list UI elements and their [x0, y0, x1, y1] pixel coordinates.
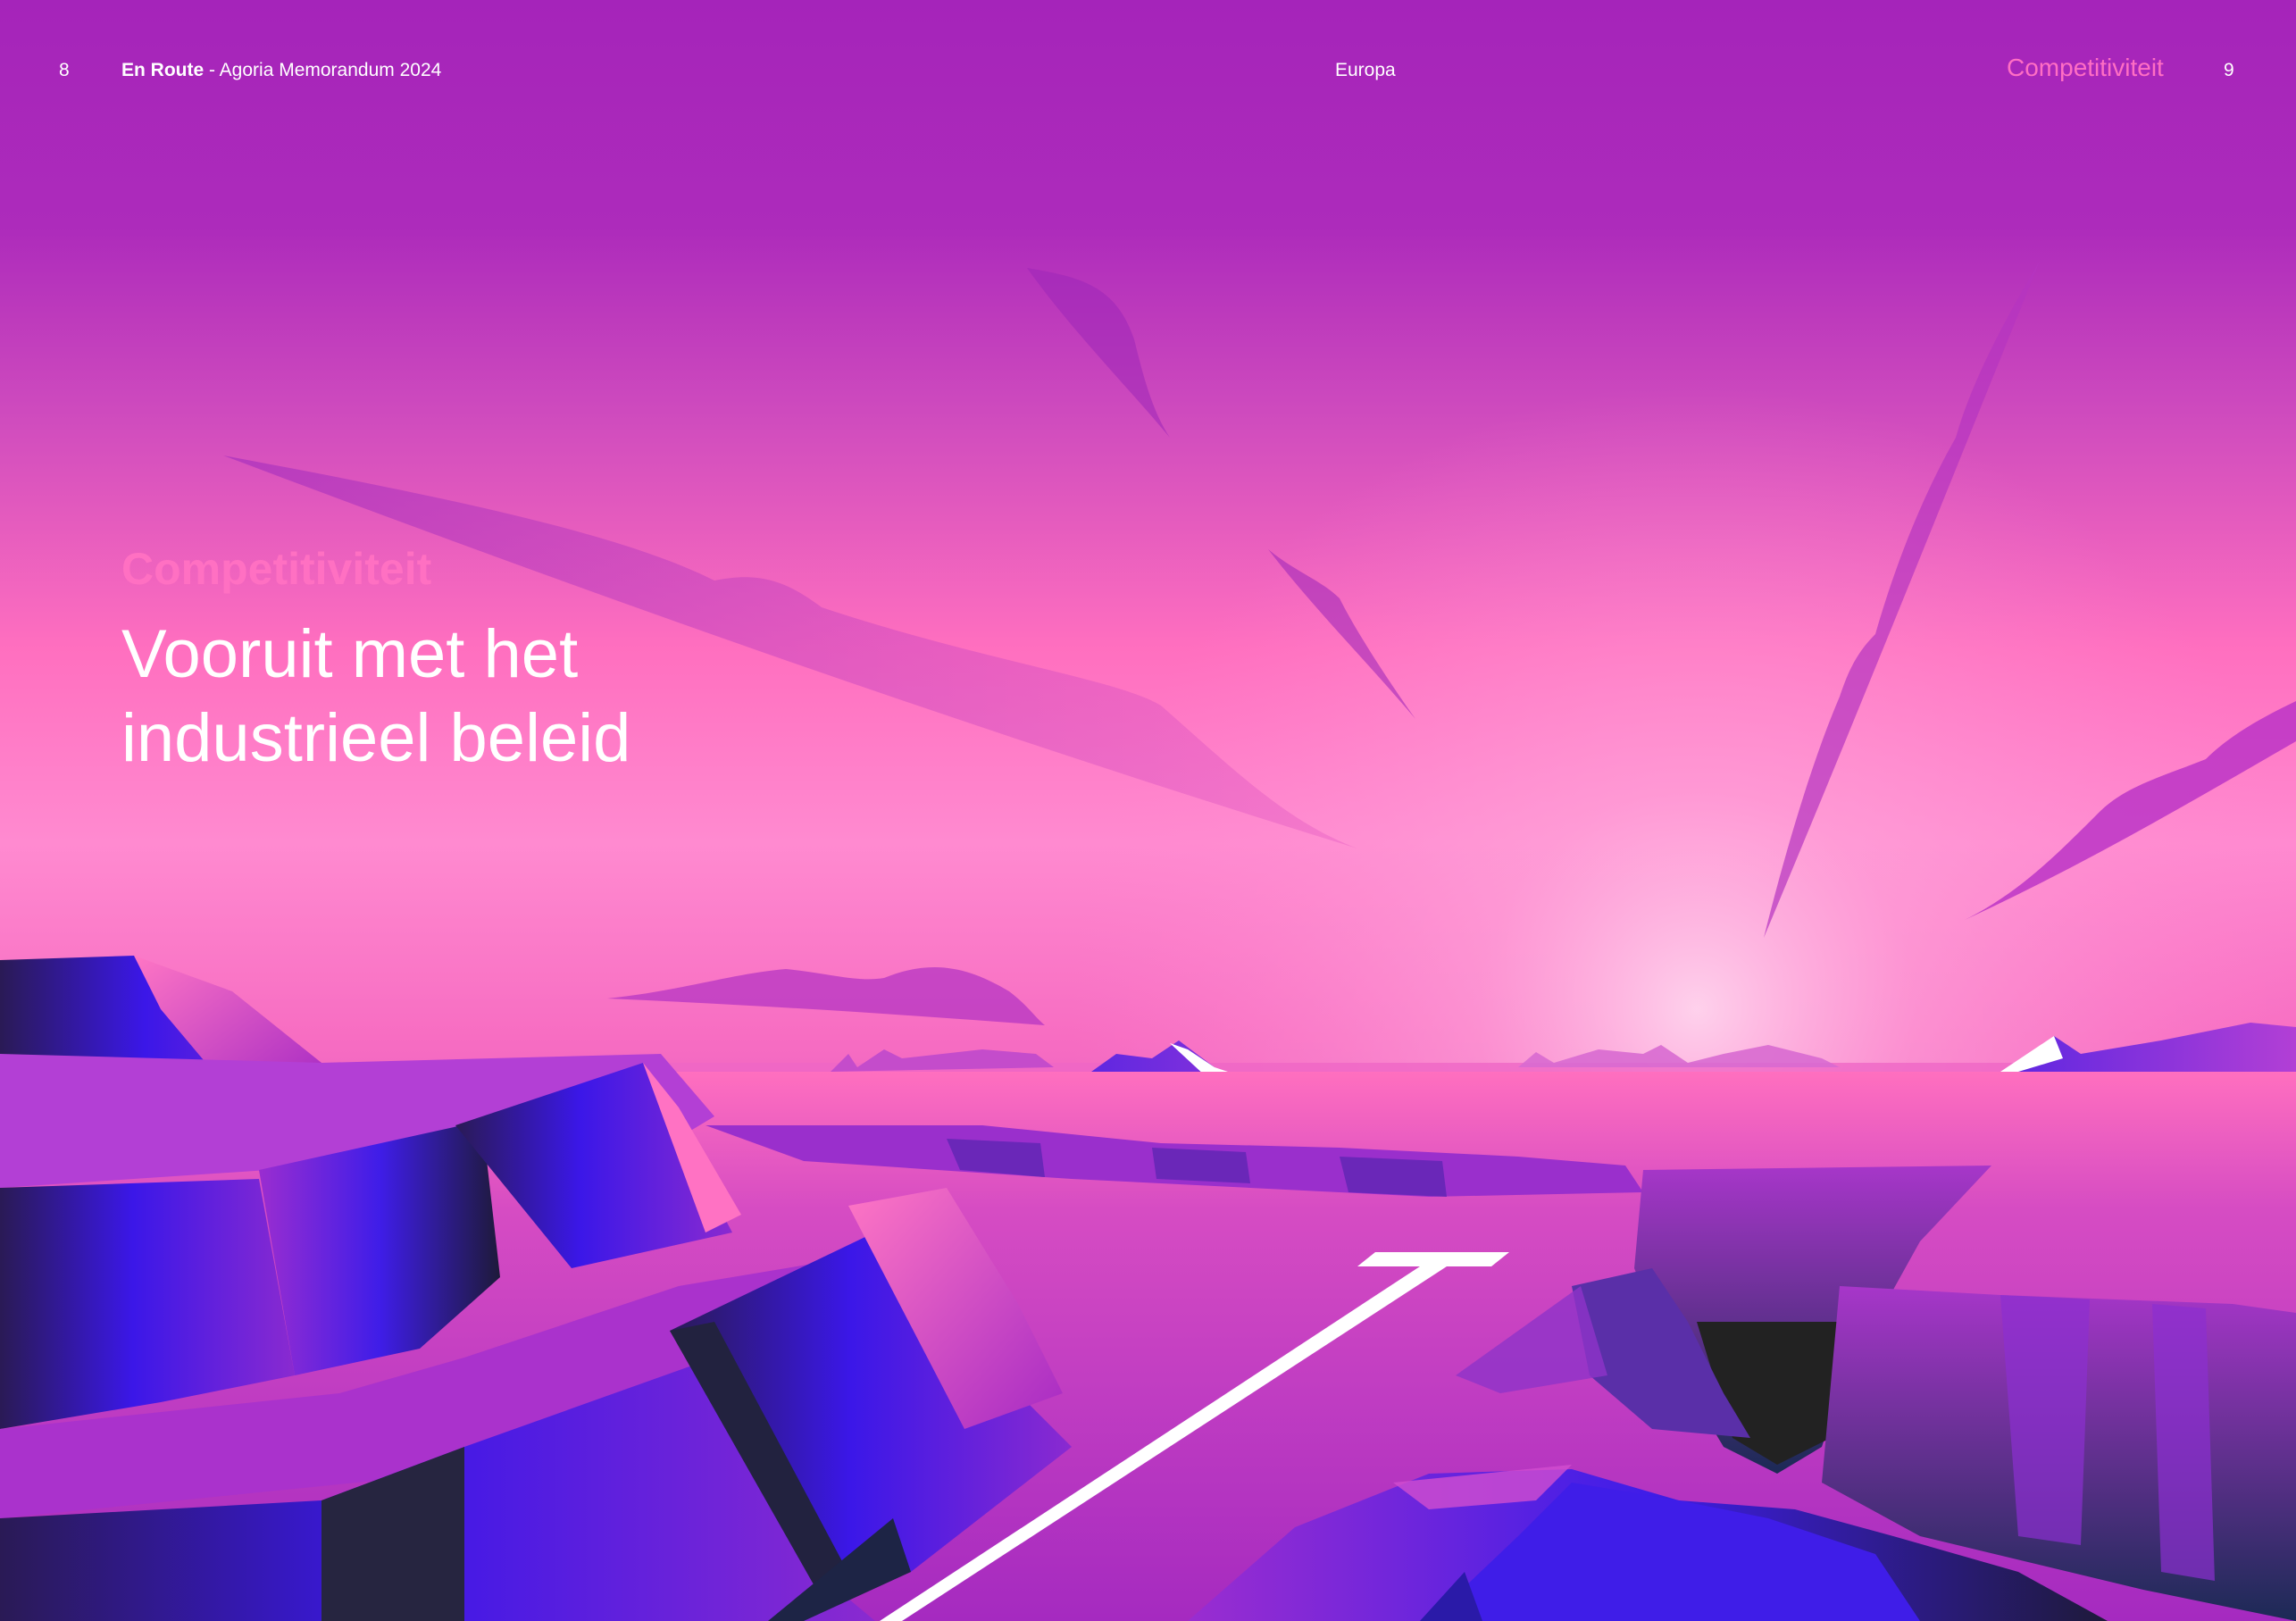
page: 8 En Route - Agoria Memorandum 2024 Euro… [0, 0, 2296, 1621]
running-title-bold: En Route [121, 60, 205, 80]
page-number-right: 9 [2224, 60, 2234, 80]
running-title-rest: - Agoria Memorandum 2024 [204, 60, 442, 80]
section-label-europa: Europa [1335, 60, 1396, 80]
page-title-line-1: Vooruit met het [121, 616, 579, 692]
landscape-illustration [0, 0, 2296, 1621]
section-label-right: Competitiviteit [2007, 54, 2164, 81]
page-number-left: 8 [59, 60, 70, 80]
running-title: En Route - Agoria Memorandum 2024 [121, 60, 441, 81]
page-title-line-2: industrieel beleid [121, 700, 631, 776]
page-title: Vooruit met het industrieel beleid [121, 613, 800, 781]
chapter-kicker: Competitiviteit [121, 544, 432, 594]
